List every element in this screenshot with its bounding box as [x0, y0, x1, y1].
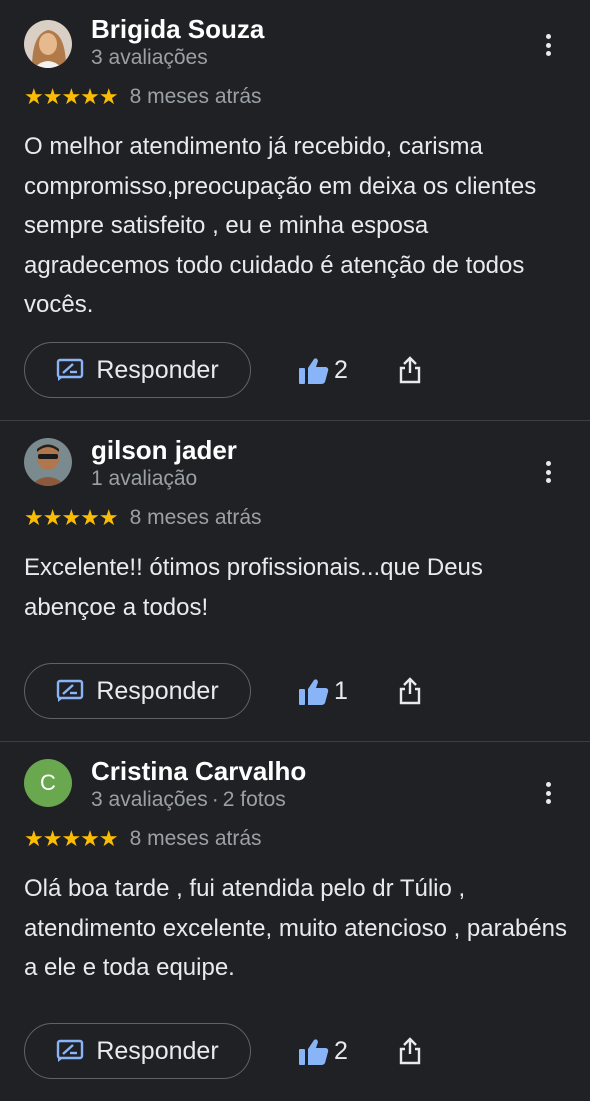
- thumbs-up-icon: [299, 678, 329, 705]
- reply-label: Responder: [96, 355, 219, 384]
- like-button[interactable]: 1: [298, 677, 348, 706]
- reply-button[interactable]: Responder: [24, 663, 251, 719]
- review-card: gilson jader 1 avaliação ★★★★★ 8 meses a…: [0, 421, 590, 741]
- rating-row: ★★★★★ 8 meses atrás: [24, 84, 262, 110]
- more-options-icon[interactable]: [536, 30, 560, 60]
- reply-label: Responder: [96, 676, 219, 705]
- reply-icon: [57, 358, 84, 381]
- more-options-icon[interactable]: [536, 457, 560, 487]
- like-count: 2: [334, 356, 348, 384]
- rating-row: ★★★★★ 8 meses atrás: [24, 826, 262, 852]
- review-text: Excelente!! ótimos profissionais...que D…: [24, 554, 483, 621]
- reply-icon: [57, 1039, 84, 1062]
- review-text: Olá boa tarde , fui atendida pelo dr Túl…: [24, 875, 568, 981]
- reply-button[interactable]: Responder: [24, 342, 251, 398]
- review-date: 8 meses atrás: [129, 827, 262, 850]
- review-card: Brigida Souza 3 avaliações ★★★★★ 8 meses…: [0, 0, 590, 420]
- rating-row: ★★★★★ 8 meses atrás: [24, 505, 262, 531]
- avatar[interactable]: C: [24, 759, 72, 807]
- like-button[interactable]: 2: [298, 356, 348, 385]
- review-text: O melhor atendimento já recebido, carism…: [24, 133, 537, 318]
- reply-icon: [57, 679, 84, 702]
- review-count: 1 avaliação: [91, 467, 198, 490]
- reviewer-name[interactable]: gilson jader: [91, 435, 237, 466]
- review-date: 8 meses atrás: [129, 506, 262, 529]
- avatar[interactable]: [24, 20, 72, 68]
- avatar[interactable]: [24, 438, 72, 486]
- more-options-icon[interactable]: [536, 778, 560, 808]
- reply-button[interactable]: Responder: [24, 1023, 251, 1079]
- photo-count: 2 fotos: [222, 788, 286, 811]
- share-icon[interactable]: [398, 356, 422, 384]
- thumbs-up-icon: [299, 1038, 329, 1065]
- review-count: 3 avaliações: [91, 46, 208, 69]
- like-count: 2: [334, 1037, 348, 1065]
- review-count: 3 avaliações: [91, 788, 208, 811]
- star-rating: ★★★★★: [24, 826, 119, 851]
- review-card: C Cristina Carvalho 3 avaliações · 2 fotos…: [0, 742, 590, 1101]
- thumbs-up-icon: [299, 357, 329, 384]
- like-button[interactable]: 2: [298, 1037, 348, 1066]
- reviewer-name[interactable]: Cristina Carvalho: [91, 756, 306, 787]
- like-count: 1: [334, 677, 348, 705]
- reviewer-meta: 3 avaliações · 2 fotos: [91, 788, 286, 812]
- share-icon[interactable]: [398, 1037, 422, 1065]
- star-rating: ★★★★★: [24, 505, 119, 530]
- reviewer-meta: 3 avaliações: [91, 46, 208, 70]
- reviewer-name[interactable]: Brigida Souza: [91, 14, 264, 45]
- star-rating: ★★★★★: [24, 84, 119, 109]
- reviewer-meta: 1 avaliação: [91, 467, 197, 491]
- review-date: 8 meses atrás: [129, 85, 262, 108]
- reply-label: Responder: [96, 1036, 219, 1065]
- meta-separator: ·: [211, 788, 219, 811]
- share-icon[interactable]: [398, 677, 422, 705]
